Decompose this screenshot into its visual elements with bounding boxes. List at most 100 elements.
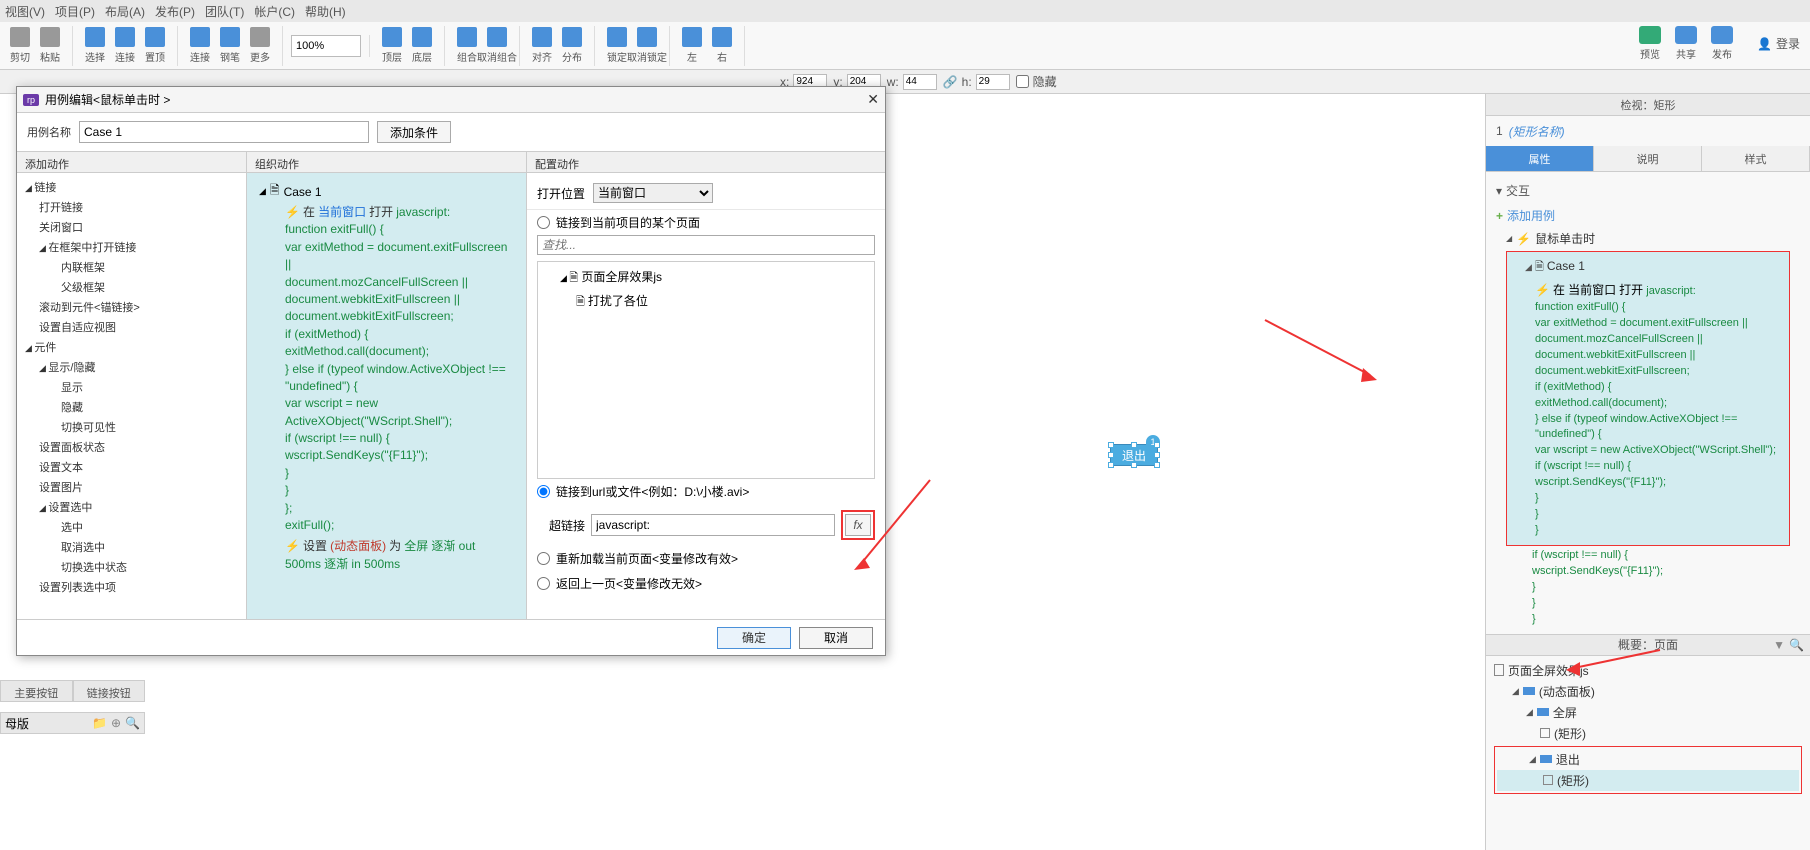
go-back-radio[interactable] <box>537 577 550 590</box>
action-set-list-sel[interactable]: 设置列表选中项 <box>17 577 246 597</box>
share-button[interactable]: 共享 <box>1675 26 1697 61</box>
action-unselected[interactable]: 取消选中 <box>17 537 246 557</box>
preview-button[interactable]: 预览 <box>1639 26 1661 61</box>
dialog-titlebar[interactable]: rp 用例编辑<鼠标单击时 > ✕ <box>17 87 885 113</box>
action-toggle-sel[interactable]: 切换选中状态 <box>17 557 246 577</box>
pen-button[interactable]: 钢笔 <box>216 26 244 66</box>
case-name[interactable]: ◢ 🗎 Case 1 <box>1515 258 1781 277</box>
bring-front-button[interactable]: 顶层 <box>378 26 406 66</box>
open-location-select[interactable]: 当前窗口 <box>593 183 713 203</box>
outline-rect-2[interactable]: (矩形) <box>1497 770 1799 791</box>
more-button[interactable]: 更多 <box>246 26 274 66</box>
w-label: w: <box>887 75 899 89</box>
org-action-1[interactable]: ⚡ 在 当前窗口 打开 javascript: function exitFul… <box>255 202 518 536</box>
outline-rect-1[interactable]: (矩形) <box>1494 723 1802 744</box>
action-selected[interactable]: 选中 <box>17 517 246 537</box>
outline-dp[interactable]: ◢(动态面板) <box>1494 681 1802 702</box>
ungroup-button[interactable]: 取消组合 <box>483 26 511 66</box>
publish-button[interactable]: 发布 <box>1711 26 1733 61</box>
interactions-section-head[interactable]: ▾交互 <box>1496 178 1800 203</box>
action-set-text[interactable]: 设置文本 <box>17 457 246 477</box>
align-right-button[interactable]: 右 <box>708 26 736 66</box>
add-condition-button[interactable]: 添加条件 <box>377 121 451 143</box>
action-toggle-vis[interactable]: 切换可见性 <box>17 417 246 437</box>
search-icon[interactable]: 🔍 <box>125 716 140 730</box>
menu-item[interactable]: 团队(T) <box>205 3 244 20</box>
lib-tab-1[interactable]: 主要按钮 <box>0 680 73 702</box>
coord-w: w: <box>887 74 937 90</box>
lib-tab-2[interactable]: 链接按钮 <box>73 680 146 702</box>
widget-name-placeholder[interactable]: (矩形名称) <box>1509 123 1565 140</box>
filter-icon[interactable]: ▼ <box>1773 638 1785 652</box>
url-input[interactable] <box>591 514 835 536</box>
action-hide[interactable]: 隐藏 <box>17 397 246 417</box>
action-show[interactable]: 显示 <box>17 377 246 397</box>
org-case-row[interactable]: 🗎 Case 1 <box>255 181 518 202</box>
close-icon[interactable]: ✕ <box>867 91 879 108</box>
action-set-selected[interactable]: 设置选中 <box>17 497 246 517</box>
menu-item[interactable]: 帮助(H) <box>305 3 346 20</box>
connect-button[interactable]: 连接 <box>111 26 139 66</box>
send-back-button[interactable]: 底层 <box>408 26 436 66</box>
add-case-link[interactable]: 添加用例 <box>1496 203 1800 228</box>
align-button[interactable]: 对齐 <box>528 26 556 66</box>
reload-page-radio[interactable] <box>537 552 550 565</box>
action-set-adaptive[interactable]: 设置自适应视图 <box>17 317 246 337</box>
align-left-button[interactable]: 左 <box>678 26 706 66</box>
action-cat-widgets[interactable]: 元件 <box>17 337 246 357</box>
outline-state-2[interactable]: ◢退出 <box>1497 749 1799 770</box>
outline-state-1[interactable]: ◢全屏 <box>1494 702 1802 723</box>
action-open-in-frame[interactable]: 在框架中打开链接 <box>17 237 246 257</box>
connector-button[interactable]: 连接 <box>186 26 214 66</box>
tab-notes[interactable]: 说明 <box>1594 146 1702 171</box>
menu-item[interactable]: 视图(V) <box>5 3 45 20</box>
main-menubar[interactable]: 视图(V) 项目(P) 布局(A) 发布(P) 团队(T) 帐户(C) 帮助(H… <box>0 0 1810 22</box>
page-tree-item-2[interactable]: 🗎 打扰了各位 <box>542 290 870 314</box>
inspector-panel: 检视：矩形 1 (矩形名称) 属性 说明 样式 ▾交互 添加用例 ⚡鼠标单击时 … <box>1485 94 1810 850</box>
org-action-2[interactable]: ⚡ 设置 (动态面板) 为 全屏 逐渐 out 500ms 逐渐 in 500m… <box>255 536 518 575</box>
action-parent-frame[interactable]: 父级框架 <box>17 277 246 297</box>
paste-button[interactable]: 粘贴 <box>36 26 64 66</box>
action-cat-links[interactable]: 链接 <box>17 177 246 197</box>
add-folder-icon[interactable]: 📁 <box>92 716 107 730</box>
hide-checkbox[interactable] <box>1016 75 1029 88</box>
fx-button[interactable]: fx <box>845 514 871 536</box>
page-search-input[interactable] <box>537 235 875 255</box>
action-set-image[interactable]: 设置图片 <box>17 477 246 497</box>
event-onclick[interactable]: ⚡鼠标单击时 <box>1496 228 1800 249</box>
page-tree[interactable]: 🗎 页面全屏效果js 🗎 打扰了各位 <box>537 261 875 479</box>
menu-item[interactable]: 帐户(C) <box>254 3 295 20</box>
menu-item[interactable]: 发布(P) <box>155 3 195 20</box>
case-name-input[interactable] <box>79 121 369 143</box>
top-button[interactable]: 置顶 <box>141 26 169 66</box>
tab-properties[interactable]: 属性 <box>1486 146 1594 171</box>
unlock-button[interactable]: 取消锁定 <box>633 26 661 66</box>
ok-button[interactable]: 确定 <box>717 627 791 649</box>
login-button[interactable]: 登录 <box>1757 35 1800 52</box>
link-to-url-radio[interactable] <box>537 485 550 498</box>
search-icon[interactable]: 🔍 <box>1789 638 1804 652</box>
cut-button[interactable]: 剪切 <box>6 26 34 66</box>
action-inline-frame[interactable]: 内联框架 <box>17 257 246 277</box>
link-to-page-radio[interactable] <box>537 216 550 229</box>
select-button[interactable]: 选择 <box>81 26 109 66</box>
cancel-button[interactable]: 取消 <box>799 627 873 649</box>
action-set-panel[interactable]: 设置面板状态 <box>17 437 246 457</box>
fx-highlight: fx <box>841 510 875 540</box>
action-open-link[interactable]: 打开链接 <box>17 197 246 217</box>
action-show-hide[interactable]: 显示/隐藏 <box>17 357 246 377</box>
tab-style[interactable]: 样式 <box>1702 146 1810 171</box>
menu-item[interactable]: 布局(A) <box>105 3 145 20</box>
page-tree-item-1[interactable]: 🗎 页面全屏效果js <box>542 266 870 290</box>
canvas-shape-exit[interactable]: 退出 1 <box>1110 444 1158 466</box>
outline-page[interactable]: 页面全屏效果js <box>1494 660 1802 681</box>
configure-action-column: 配置动作 打开位置 当前窗口 链接到当前项目的某个页面 🗎 页面全屏效果js 🗎… <box>527 151 885 619</box>
w-input[interactable] <box>903 74 937 90</box>
menu-item[interactable]: 项目(P) <box>55 3 95 20</box>
add-page-icon[interactable]: ⊕ <box>111 716 121 730</box>
action-scroll-to[interactable]: 滚动到元件<锚链接> <box>17 297 246 317</box>
h-input[interactable] <box>976 74 1010 90</box>
zoom-combo[interactable]: 100% <box>291 35 361 57</box>
action-close-window[interactable]: 关闭窗口 <box>17 217 246 237</box>
distribute-button[interactable]: 分布 <box>558 26 586 66</box>
